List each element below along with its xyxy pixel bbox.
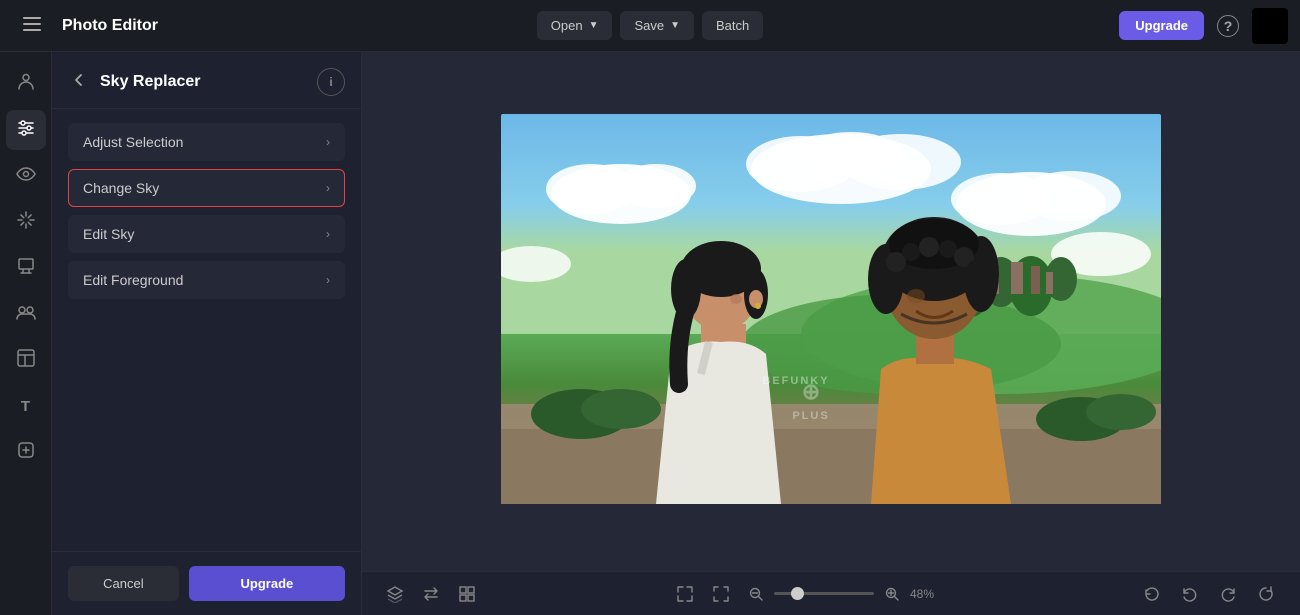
change-sky-label: Change Sky bbox=[83, 180, 159, 196]
sidebar-item-sparkle[interactable] bbox=[6, 202, 46, 242]
chevron-right-icon-2: › bbox=[326, 181, 330, 195]
batch-label: Batch bbox=[716, 18, 749, 33]
hamburger-icon bbox=[23, 16, 41, 36]
sliders-icon bbox=[16, 118, 36, 143]
open-chevron-icon: ▼ bbox=[589, 20, 599, 31]
chevron-right-icon-3: › bbox=[326, 227, 330, 241]
hamburger-menu-button[interactable] bbox=[12, 6, 52, 46]
grid-button[interactable] bbox=[454, 581, 480, 607]
bottom-bar: 48% bbox=[362, 571, 1300, 615]
sidebar-item-text[interactable]: T bbox=[6, 386, 46, 426]
layers-button[interactable] bbox=[382, 581, 408, 607]
chevron-right-icon-4: › bbox=[326, 273, 330, 287]
topbar-center: Open ▼ Save ▼ Batch bbox=[537, 11, 764, 40]
zoom-slider[interactable] bbox=[774, 592, 874, 595]
zoom-value: 48% bbox=[910, 587, 946, 601]
panel-title: Sky Replacer bbox=[100, 73, 307, 91]
sidebar-item-sliders[interactable] bbox=[6, 110, 46, 150]
batch-button[interactable]: Batch bbox=[702, 11, 763, 40]
save-chevron-icon: ▼ bbox=[670, 20, 680, 31]
menu-item-adjust-selection[interactable]: Adjust Selection › bbox=[68, 123, 345, 161]
svg-text:PLUS: PLUS bbox=[792, 410, 829, 422]
topbar-right: Upgrade ? bbox=[763, 8, 1288, 44]
upgrade-label-top: Upgrade bbox=[1135, 18, 1188, 33]
zoom-controls: 48% bbox=[744, 582, 946, 606]
bottom-left-actions bbox=[382, 581, 480, 607]
edit-sky-label: Edit Sky bbox=[83, 226, 134, 242]
sparkle-icon bbox=[16, 210, 36, 235]
topbar: Photo Editor Open ▼ Save ▼ Batch Upgrade… bbox=[0, 0, 1300, 52]
panel-footer: Cancel Upgrade bbox=[52, 551, 361, 615]
main: T Sky Replacer i Adj bbox=[0, 52, 1300, 615]
canvas-viewport[interactable]: BEFUNKY ⊕ PLUS bbox=[362, 52, 1300, 571]
tool-panel: Sky Replacer i Adjust Selection › Change… bbox=[52, 52, 362, 615]
save-button[interactable]: Save ▼ bbox=[620, 11, 694, 40]
sidebar-item-brush[interactable] bbox=[6, 248, 46, 288]
icon-sidebar: T bbox=[0, 52, 52, 615]
expand-button[interactable] bbox=[672, 581, 698, 607]
sidebar-item-badge[interactable] bbox=[6, 432, 46, 472]
upgrade-button-top[interactable]: Upgrade bbox=[1119, 11, 1204, 40]
group-icon bbox=[16, 302, 36, 327]
sidebar-item-template[interactable] bbox=[6, 340, 46, 380]
sidebar-item-eye[interactable] bbox=[6, 156, 46, 196]
app-title: Photo Editor bbox=[62, 17, 158, 35]
badge-icon bbox=[16, 440, 36, 465]
canvas-area: BEFUNKY ⊕ PLUS bbox=[362, 52, 1300, 615]
zoom-minus-button[interactable] bbox=[744, 582, 768, 606]
back-button[interactable] bbox=[68, 69, 90, 96]
redo-button[interactable] bbox=[1214, 580, 1242, 608]
text-icon: T bbox=[21, 398, 30, 415]
fit-button[interactable] bbox=[708, 581, 734, 607]
upgrade-button-panel[interactable]: Upgrade bbox=[189, 566, 345, 601]
swap-button[interactable] bbox=[418, 581, 444, 607]
avatar[interactable] bbox=[1252, 8, 1288, 44]
help-button[interactable]: ? bbox=[1212, 10, 1244, 42]
menu-item-change-sky[interactable]: Change Sky › bbox=[68, 169, 345, 207]
open-button[interactable]: Open ▼ bbox=[537, 11, 613, 40]
topbar-left: Photo Editor bbox=[12, 6, 537, 46]
history-button[interactable] bbox=[1138, 580, 1166, 608]
undo-button[interactable] bbox=[1176, 580, 1204, 608]
sidebar-item-group[interactable] bbox=[6, 294, 46, 334]
photo-canvas: BEFUNKY ⊕ PLUS bbox=[501, 114, 1161, 504]
adjust-selection-label: Adjust Selection bbox=[83, 134, 183, 150]
help-icon: ? bbox=[1217, 15, 1239, 37]
photo-container: BEFUNKY ⊕ PLUS bbox=[501, 114, 1161, 509]
save-label: Save bbox=[634, 18, 664, 33]
bottom-right-actions bbox=[1138, 580, 1280, 608]
brush-icon bbox=[16, 256, 36, 281]
menu-item-edit-sky[interactable]: Edit Sky › bbox=[68, 215, 345, 253]
template-icon bbox=[16, 348, 36, 373]
zoom-plus-button[interactable] bbox=[880, 582, 904, 606]
eye-icon bbox=[16, 164, 36, 189]
sidebar-item-person[interactable] bbox=[6, 64, 46, 104]
svg-text:⊕: ⊕ bbox=[802, 379, 820, 404]
cancel-button[interactable]: Cancel bbox=[68, 566, 179, 601]
panel-header: Sky Replacer i bbox=[52, 52, 361, 109]
chevron-right-icon: › bbox=[326, 135, 330, 149]
open-label: Open bbox=[551, 18, 583, 33]
info-icon: i bbox=[329, 75, 332, 89]
menu-item-edit-foreground[interactable]: Edit Foreground › bbox=[68, 261, 345, 299]
bottom-center-controls: 48% bbox=[672, 581, 946, 607]
reset-button[interactable] bbox=[1252, 580, 1280, 608]
panel-body: Adjust Selection › Change Sky › Edit Sky… bbox=[52, 109, 361, 551]
info-button[interactable]: i bbox=[317, 68, 345, 96]
edit-foreground-label: Edit Foreground bbox=[83, 272, 183, 288]
person-icon bbox=[16, 72, 36, 97]
